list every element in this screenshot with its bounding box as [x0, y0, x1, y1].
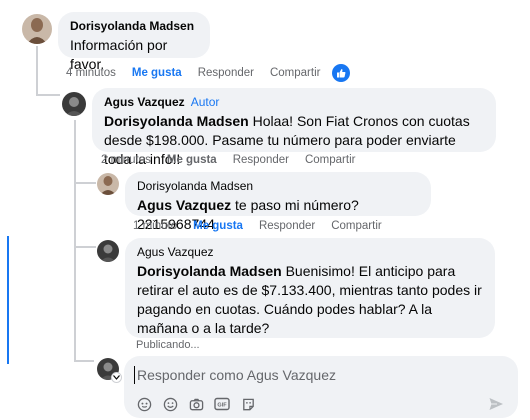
sticker-icon[interactable] — [136, 396, 152, 412]
comment-bubble: Dorisyolanda Madsen Agus Vazquez te paso… — [125, 172, 431, 232]
share-button[interactable]: Compartir — [270, 67, 320, 79]
comment-bubble: Dorisyolanda Madsen Información por favo… — [58, 12, 210, 72]
comment-bubble: Agus Vazquez Dorisyolanda Madsen Buenisi… — [125, 238, 495, 338]
comment-author-line: Agus Vazquez Autor — [104, 95, 484, 110]
mention-link[interactable]: Dorisyolanda Madsen — [104, 113, 249, 129]
share-button[interactable]: Compartir — [331, 220, 381, 232]
comment-time[interactable]: 2 minutos — [101, 154, 151, 166]
reply-composer[interactable]: Responder como Agus Vazquez GIF — [124, 356, 518, 418]
avatar[interactable] — [97, 240, 119, 262]
like-reaction-icon[interactable] — [332, 64, 351, 82]
comment-time[interactable]: 4 minutos — [66, 67, 116, 79]
publishing-status: Publicando... — [136, 339, 200, 351]
emoji-icon[interactable] — [162, 396, 178, 412]
comment-status: Publicando... — [136, 339, 216, 351]
reply-input[interactable]: Responder como Agus Vazquez — [134, 366, 336, 384]
gif-icon[interactable]: GIF — [214, 396, 230, 412]
profile-photo-icon — [62, 92, 86, 116]
thread-line-main — [36, 46, 38, 96]
avatar[interactable] — [22, 14, 52, 44]
thread-line-branch — [36, 94, 60, 96]
comment-actions: 1 minuto Me gusta Responder Compartir — [133, 220, 398, 232]
chevron-down-icon[interactable] — [111, 372, 122, 383]
reply-button[interactable]: Responder — [198, 67, 254, 79]
reply-button[interactable]: Responder — [233, 154, 289, 166]
thread-line-nested-main — [74, 182, 96, 184]
avatar[interactable] — [62, 92, 86, 116]
reply-tools: GIF — [136, 396, 256, 412]
send-icon[interactable] — [488, 396, 504, 412]
comment-actions: 2 minutos Me gusta Responder Compartir — [101, 154, 371, 166]
comment-author[interactable]: Dorisyolanda Madsen — [137, 179, 419, 194]
comment-bubble: Agus Vazquez Autor Dorisyolanda Madsen Ho… — [92, 88, 496, 167]
comment-author[interactable]: Agus Vazquez — [137, 245, 483, 260]
mention-link[interactable]: Dorisyolanda Madsen — [137, 263, 282, 279]
comment-time[interactable]: 1 minuto — [133, 220, 177, 232]
profile-photo-icon — [97, 173, 119, 195]
comment-text: Dorisyolanda Madsen Buenisimo! El antici… — [137, 262, 483, 338]
profile-photo-icon — [97, 240, 119, 262]
profile-photo-icon — [22, 14, 52, 44]
camera-icon[interactable] — [188, 396, 204, 412]
comment-author[interactable]: Agus Vazquez — [104, 95, 185, 109]
mention-link[interactable]: Agus Vazquez — [137, 197, 231, 213]
thread-line-nested-branch2 — [74, 246, 96, 248]
svg-text:GIF: GIF — [217, 403, 227, 409]
share-button[interactable]: Compartir — [305, 154, 355, 166]
avatar-sticker-icon[interactable] — [240, 396, 256, 412]
thread-line-reply-branch — [74, 360, 94, 362]
like-button[interactable]: Me gusta — [132, 67, 182, 79]
comment-actions: 4 minutos Me gusta Responder Compartir — [66, 64, 351, 82]
like-button[interactable]: Me gusta — [167, 154, 217, 166]
comment-author[interactable]: Dorisyolanda Madsen — [70, 19, 198, 34]
like-button[interactable]: Me gusta — [193, 220, 243, 232]
thread-line-reply-main — [74, 120, 76, 360]
focus-indicator — [7, 236, 9, 364]
author-badge: Autor — [190, 95, 220, 109]
avatar[interactable] — [97, 173, 119, 195]
reply-button[interactable]: Responder — [259, 220, 315, 232]
